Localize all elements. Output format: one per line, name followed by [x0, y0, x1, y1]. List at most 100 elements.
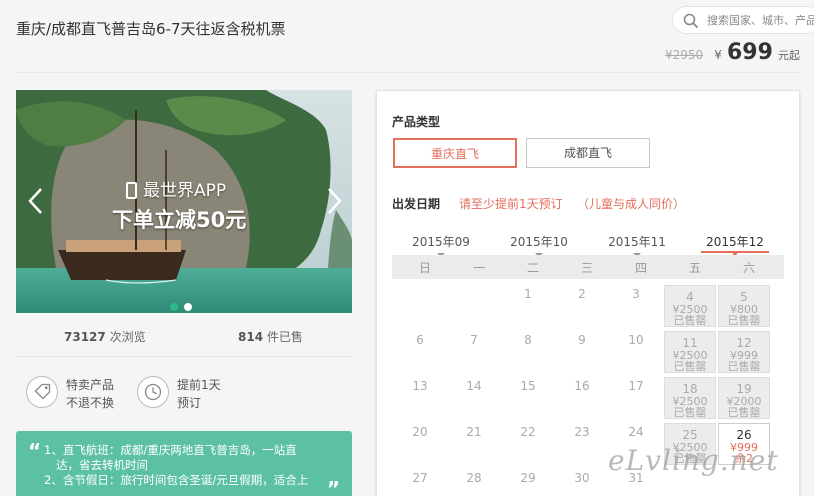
original-price: ¥2950	[664, 48, 704, 62]
day-number: 6	[416, 333, 424, 347]
search-icon[interactable]	[683, 13, 699, 29]
day-status: 已售罄	[727, 360, 761, 373]
carousel-dot-1[interactable]	[170, 303, 178, 311]
type-option-chongqing[interactable]: 重庆直飞	[393, 138, 517, 168]
month-tab-2015-12[interactable]: 2015年12	[701, 233, 769, 256]
sold-count-label: 件已售	[266, 330, 303, 344]
calendar-day-14: 14	[448, 377, 500, 419]
day-number: 2	[578, 287, 586, 301]
departure-date-title: 出发日期	[392, 197, 441, 211]
day-number: 23	[574, 425, 590, 439]
day-number: 7	[470, 333, 478, 347]
header-divider	[16, 72, 800, 73]
advance-booking-note: 请至少提前1天预订	[459, 197, 563, 211]
promo-line-2: 下单立减50元	[112, 208, 247, 232]
day-number: 26	[736, 428, 752, 442]
day-number: 29	[520, 471, 536, 485]
calendar-day-22: 22	[502, 423, 554, 465]
calendar-day-6: 6	[394, 331, 446, 373]
calendar-day-29: 29	[502, 469, 554, 496]
day-number: 30	[574, 471, 590, 485]
carousel-dot-2[interactable]	[184, 303, 192, 311]
feature-text: 提前1天 预订	[177, 376, 221, 412]
calendar-day-18[interactable]: 18 ¥2500 已售罄	[664, 377, 716, 419]
calendar-day-3: 3	[610, 285, 662, 327]
currency-symbol: ¥	[714, 48, 722, 62]
feature-advance-booking: 提前1天 预订	[137, 374, 247, 414]
feature-line-2: 预订	[177, 396, 202, 410]
highlight-line-2: 达，省去转机时间	[56, 458, 148, 472]
day-status: 已售罄	[673, 314, 707, 327]
search-box[interactable]	[672, 6, 814, 34]
weekday-wed: 三	[580, 261, 593, 275]
day-number: 28	[466, 471, 482, 485]
calendar-day-13: 13	[394, 377, 446, 419]
weekday-sat: 六	[742, 261, 755, 275]
month-tab-2015-11[interactable]: 2015年11	[588, 233, 686, 257]
day-number: 17	[628, 379, 644, 393]
calendar-day-16: 16	[556, 377, 608, 419]
day-number: 8	[524, 333, 532, 347]
calendar-day-8: 8	[502, 331, 554, 373]
day-number: 19	[736, 382, 752, 396]
day-number: 14	[466, 379, 482, 393]
weekday-header: 日 一 二 三 四 五 六	[392, 255, 784, 279]
calendar-day-7: 7	[448, 331, 500, 373]
banner-carousel[interactable]: 最世界APP 下单立减50元	[16, 90, 352, 313]
carousel-next-icon[interactable]	[324, 186, 344, 216]
day-number: 11	[682, 336, 698, 350]
month-tabs: 2015年09 2015年10 2015年11 2015年12	[392, 233, 784, 257]
day-number: 10	[628, 333, 644, 347]
product-type-title: 产品类型	[392, 115, 441, 129]
day-number: 18	[682, 382, 698, 396]
feature-line-1: 提前1天	[177, 378, 221, 392]
month-label: 2015年11	[608, 235, 666, 249]
child-price-note: （儿童与成人同价）	[577, 197, 686, 211]
calendar-day-19[interactable]: 19 ¥2000 已售罄	[718, 377, 770, 419]
day-number: 3	[632, 287, 640, 301]
month-tab-2015-09[interactable]: 2015年09	[392, 233, 490, 257]
calendar-day-23: 23	[556, 423, 608, 465]
month-label: 2015年12	[706, 235, 764, 249]
product-page: 重庆/成都直飞普吉岛6-7天往返含税机票 ¥2950 ¥ 699 元起	[0, 0, 814, 496]
calendar-day-21: 21	[448, 423, 500, 465]
tag-icon	[26, 376, 58, 408]
weekday-fri: 五	[688, 261, 701, 275]
quote-close-icon: ”	[326, 477, 340, 496]
day-number: 21	[466, 425, 482, 439]
calendar-day-9: 9	[556, 331, 608, 373]
weekday-tue: 二	[526, 261, 539, 275]
view-count: 73127 次浏览	[64, 328, 146, 345]
calendar-day-20: 20	[394, 423, 446, 465]
carousel-prev-icon[interactable]	[26, 186, 46, 216]
calendar-day-17: 17	[610, 377, 662, 419]
calendar-day-11[interactable]: 11 ¥2500 已售罄	[664, 331, 716, 373]
calendar-day-10: 10	[610, 331, 662, 373]
month-tab-2015-10[interactable]: 2015年10	[490, 233, 588, 257]
watermark: eLvling.net	[608, 444, 779, 477]
calendar-day-4[interactable]: 4 ¥2500 已售罄	[664, 285, 716, 327]
current-price: 699	[726, 40, 773, 65]
calendar-day-12[interactable]: 12 ¥999 已售罄	[718, 331, 770, 373]
search-input[interactable]	[707, 11, 814, 29]
day-number: 9	[578, 333, 586, 347]
calendar-day-1: 1	[502, 285, 554, 327]
month-label: 2015年10	[510, 235, 568, 249]
day-number: 1	[524, 287, 532, 301]
type-option-chengdu[interactable]: 成都直飞	[526, 138, 650, 168]
calendar-day-5[interactable]: 5 ¥800 已售罄	[718, 285, 770, 327]
weekday-mon: 一	[472, 261, 485, 275]
weekday-thu: 四	[634, 261, 647, 275]
view-count-label: 次浏览	[109, 330, 146, 344]
product-stats: 73127 次浏览 814 件已售	[16, 324, 352, 348]
day-status: 已售罄	[673, 406, 707, 419]
day-number: 4	[686, 290, 694, 304]
calendar-day-27: 27	[394, 469, 446, 496]
banner-image	[16, 90, 352, 313]
feature-text: 特卖产品 不退不换	[66, 376, 114, 412]
price-row: ¥2950 ¥ 699 元起	[665, 40, 800, 65]
booking-panel: 产品类型 重庆直飞 成都直飞 出发日期 请至少提前1天预订 （儿童与成人同价） …	[376, 90, 800, 496]
page-title: 重庆/成都直飞普吉岛6-7天往返含税机票	[16, 20, 286, 38]
day-number: 12	[736, 336, 752, 350]
sold-count: 814 件已售	[238, 328, 303, 345]
